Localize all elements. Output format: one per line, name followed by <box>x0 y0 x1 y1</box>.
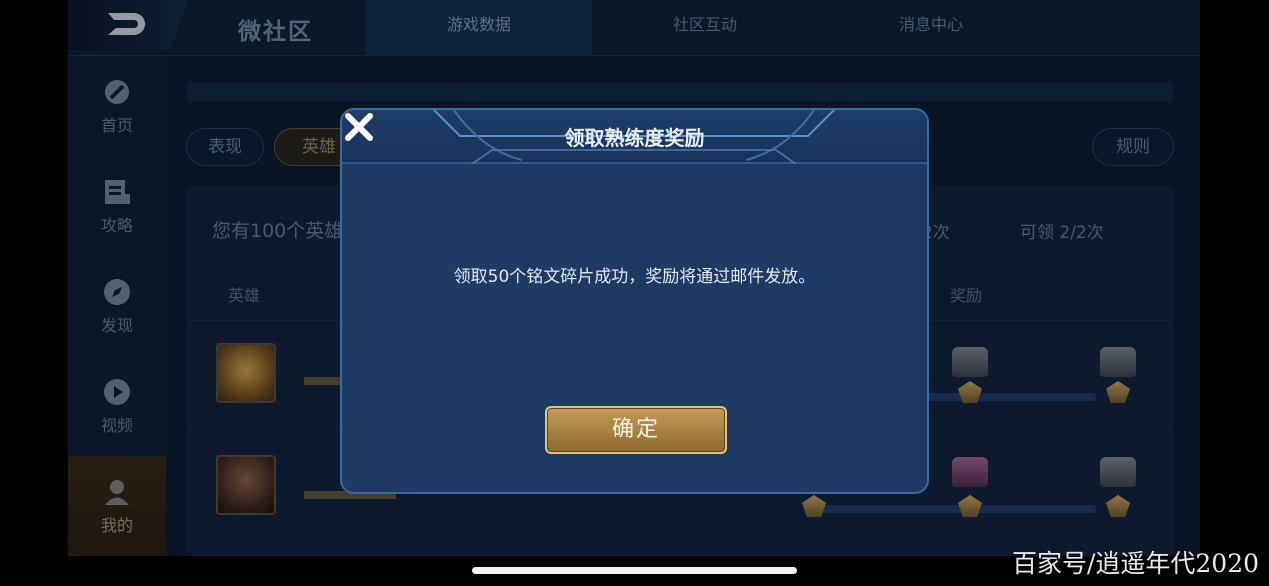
home-indicator[interactable] <box>472 567 797 574</box>
dialog-title: 领取熟练度奖励 <box>564 126 705 150</box>
dialog-message: 领取50个铭文碎片成功，奖励将通过邮件发放。 <box>453 267 816 287</box>
close-icon[interactable] <box>342 110 376 144</box>
watermark: 百家号/逍遥年代2020 <box>1011 549 1259 578</box>
confirm-button[interactable]: 确定 <box>545 406 727 454</box>
phone-screen: 微社区 游戏数据 社区互动 消息中心 首页 攻略 发现 视频 我的 表现 英雄 … <box>0 0 1269 586</box>
confirm-button-label: 确定 <box>611 417 660 442</box>
reward-dialog: 领取熟练度奖励 领取50个铭文碎片成功，奖励将通过邮件发放。 确定 <box>340 108 929 494</box>
app-window: 微社区 游戏数据 社区互动 消息中心 首页 攻略 发现 视频 我的 表现 英雄 … <box>68 0 1200 556</box>
dialog-header: 领取熟练度奖励 <box>342 110 927 164</box>
